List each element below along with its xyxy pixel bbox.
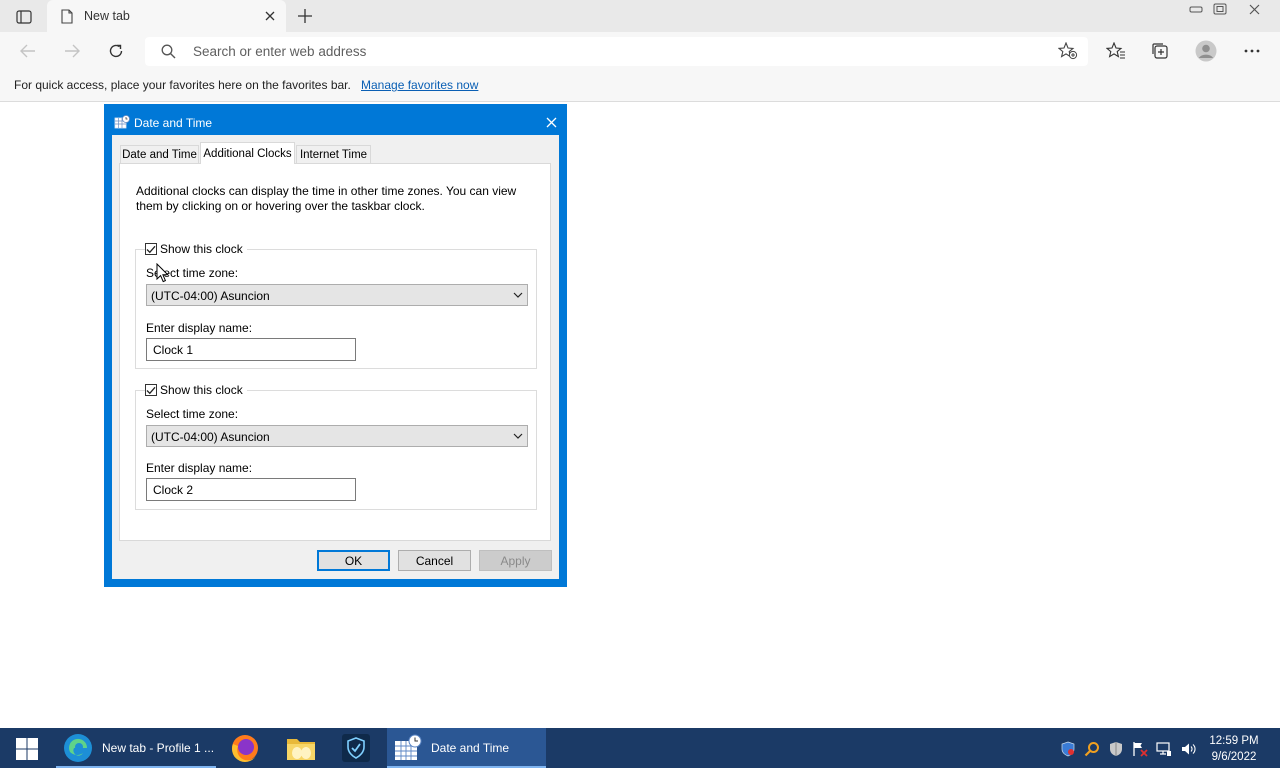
dialog-title: Date and Time <box>134 116 213 130</box>
clock-2-name-value: Clock 2 <box>153 483 194 497</box>
clock-2-name-label: Enter display name: <box>146 461 253 475</box>
taskbar-date-and-time-label: Date and Time <box>431 741 510 755</box>
minimize-button[interactable] <box>1184 0 1208 18</box>
network-tray-icon[interactable] <box>1155 740 1173 758</box>
close-tab-icon[interactable] <box>262 8 278 24</box>
favorites-bar: For quick access, place your favorites h… <box>0 70 1280 102</box>
dialog-title-bar[interactable]: Date and Time <box>104 104 567 135</box>
clock-2-timezone-value: (UTC-04:00) Asuncion <box>151 430 270 444</box>
shield-tray-icon[interactable] <box>1107 740 1125 758</box>
collections-icon[interactable] <box>1146 38 1174 64</box>
chevron-down-icon <box>513 430 523 444</box>
restore-button[interactable] <box>1208 0 1232 18</box>
address-bar[interactable]: Search or enter web address <box>145 37 1088 66</box>
clock-2-name-input[interactable]: Clock 2 <box>146 478 356 501</box>
clock-1-name-label: Enter display name: <box>146 321 253 335</box>
tab-actions-icon[interactable] <box>10 6 38 28</box>
folder-icon <box>287 739 315 760</box>
taskbar-file-explorer[interactable] <box>285 728 317 768</box>
clock-1-show-label: Show this clock <box>160 242 243 256</box>
shield-icon <box>342 734 370 762</box>
favorites-icon[interactable] <box>1102 38 1130 64</box>
tab-strip: New tab <box>0 0 1280 32</box>
clock-1-show-checkbox[interactable]: Show this clock <box>145 242 247 256</box>
ok-button[interactable]: OK <box>317 550 390 571</box>
tab-additional-clocks[interactable]: Additional Clocks <box>200 142 295 164</box>
dialog-body: Date and Time Additional Clocks Internet… <box>112 135 559 579</box>
clock-date: 9/6/2022 <box>1211 751 1257 763</box>
clock-2-show-checkbox[interactable]: Show this clock <box>145 383 247 397</box>
firefox-icon <box>232 735 258 762</box>
taskbar-edge-label: New tab - Profile 1 ... <box>102 741 215 755</box>
tab-internet-time[interactable]: Internet Time <box>296 145 371 163</box>
cancel-button[interactable]: Cancel <box>398 550 471 571</box>
edge-icon <box>64 734 92 762</box>
search-icon <box>161 44 176 62</box>
clock-2-timezone-select[interactable]: (UTC-04:00) Asuncion <box>146 425 528 447</box>
checkbox-checked-icon[interactable] <box>145 243 157 255</box>
chevron-down-icon <box>513 289 523 303</box>
flag-warning-tray-icon[interactable] <box>1131 740 1149 758</box>
calendar-clock-icon <box>114 115 130 132</box>
manage-favorites-link[interactable]: Manage favorites now <box>361 78 478 92</box>
mouse-cursor-icon <box>156 262 170 286</box>
taskbar-date-and-time[interactable]: Date and Time <box>387 728 546 768</box>
dialog-close-icon[interactable] <box>543 114 559 130</box>
additional-clocks-panel: Additional clocks can display the time i… <box>119 163 551 541</box>
clock-2-group: Show this clock Select time zone: (UTC-0… <box>135 383 537 510</box>
taskbar: New tab - Profile 1 ... Date and Time 12… <box>0 728 1280 768</box>
more-options-icon[interactable] <box>1238 38 1266 64</box>
windows-start-icon[interactable] <box>8 736 46 762</box>
tab-title: New tab <box>84 9 130 23</box>
date-and-time-dialog: Date and Time Date and Time Additional C… <box>104 104 567 587</box>
panel-description: Additional clocks can display the time i… <box>136 184 517 213</box>
clock-1-timezone-value: (UTC-04:00) Asuncion <box>151 289 270 303</box>
clock-1-timezone-select[interactable]: (UTC-04:00) Asuncion <box>146 284 528 306</box>
clock-2-timezone-label: Select time zone: <box>146 407 239 421</box>
clock-1-group: Show this clock Select time zone: (UTC-0… <box>135 242 537 369</box>
clock-1-name-value: Clock 1 <box>153 343 194 357</box>
calendar-clock-icon <box>395 734 422 760</box>
search-tray-icon[interactable] <box>1083 740 1101 758</box>
defender-tray-icon[interactable] <box>1059 740 1077 758</box>
taskbar-security-app[interactable] <box>341 728 373 768</box>
back-button[interactable] <box>14 38 42 64</box>
checkbox-checked-icon[interactable] <box>145 384 157 396</box>
taskbar-edge[interactable]: New tab - Profile 1 ... <box>56 728 216 768</box>
new-tab-button[interactable] <box>294 6 316 26</box>
tab-date-and-time[interactable]: Date and Time <box>120 145 199 163</box>
address-placeholder: Search or enter web address <box>193 44 367 59</box>
favorites-bar-message: For quick access, place your favorites h… <box>14 78 351 92</box>
taskbar-clock[interactable]: 12:59 PM 9/6/2022 <box>1200 733 1268 765</box>
apply-button[interactable]: Apply <box>479 550 552 571</box>
profile-avatar-icon[interactable] <box>1192 38 1220 64</box>
volume-tray-icon[interactable] <box>1179 740 1197 758</box>
document-icon <box>61 9 73 27</box>
close-window-button[interactable] <box>1242 0 1266 18</box>
add-favorite-icon[interactable] <box>1057 41 1078 63</box>
clock-1-name-input[interactable]: Clock 1 <box>146 338 356 361</box>
forward-button[interactable] <box>58 38 86 64</box>
taskbar-firefox[interactable] <box>229 728 261 768</box>
clock-2-show-label: Show this clock <box>160 383 243 397</box>
browser-tab[interactable]: New tab <box>47 0 286 32</box>
refresh-button[interactable] <box>102 38 130 64</box>
clock-time: 12:59 PM <box>1209 735 1259 747</box>
browser-toolbar: Search or enter web address <box>0 32 1280 70</box>
